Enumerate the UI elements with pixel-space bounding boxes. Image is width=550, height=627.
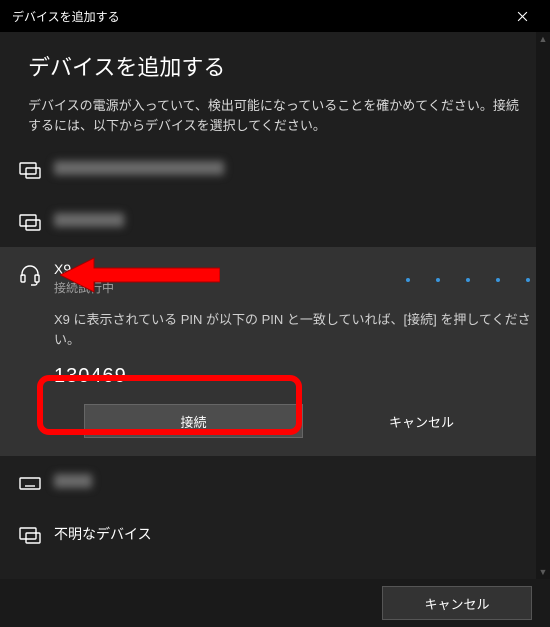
- device-item[interactable]: [0, 456, 550, 508]
- dialog-cancel-button[interactable]: キャンセル: [382, 586, 532, 620]
- scroll-down-icon: ▼: [536, 565, 550, 579]
- device-name-redacted: [54, 213, 124, 227]
- scrollbar[interactable]: ▲ ▼: [536, 32, 550, 579]
- device-name: X9: [54, 261, 532, 277]
- dialog-footer: キャンセル: [0, 579, 550, 627]
- display-icon: [18, 523, 42, 547]
- keyboard-icon: [18, 471, 42, 495]
- display-icon: [18, 158, 42, 182]
- progress-dots: [406, 278, 530, 282]
- close-icon: [517, 11, 528, 22]
- device-name-redacted: [54, 474, 92, 488]
- instruction-text: デバイスの電源が入っていて、検出可能になっていることを確かめてください。接続する…: [28, 96, 522, 135]
- page-title: デバイスを追加する: [28, 50, 522, 82]
- pin-code: 130469: [54, 365, 532, 388]
- device-item[interactable]: [0, 195, 550, 247]
- device-item[interactable]: [0, 143, 550, 195]
- display-icon: [18, 210, 42, 234]
- device-name: 不明なデバイス: [54, 524, 532, 544]
- scroll-up-icon: ▲: [536, 32, 550, 46]
- window-title: デバイスを追加する: [12, 8, 500, 25]
- device-item-x9[interactable]: X9 接続試行中 X9 に表示されている PIN が以下の PIN と一致してい…: [0, 247, 550, 456]
- titlebar: デバイスを追加する: [0, 0, 550, 32]
- connect-button[interactable]: 接続: [84, 404, 303, 438]
- device-item-unknown[interactable]: 不明なデバイス: [0, 508, 550, 560]
- pin-instruction: X9 に表示されている PIN が以下の PIN と一致していれば、[接続] を…: [54, 310, 532, 349]
- device-name-redacted: [54, 161, 224, 175]
- device-list: X9 接続試行中 X9 に表示されている PIN が以下の PIN と一致してい…: [0, 143, 550, 560]
- cancel-pairing-button[interactable]: キャンセル: [313, 404, 530, 438]
- headset-icon: [18, 263, 42, 287]
- close-button[interactable]: [500, 0, 544, 32]
